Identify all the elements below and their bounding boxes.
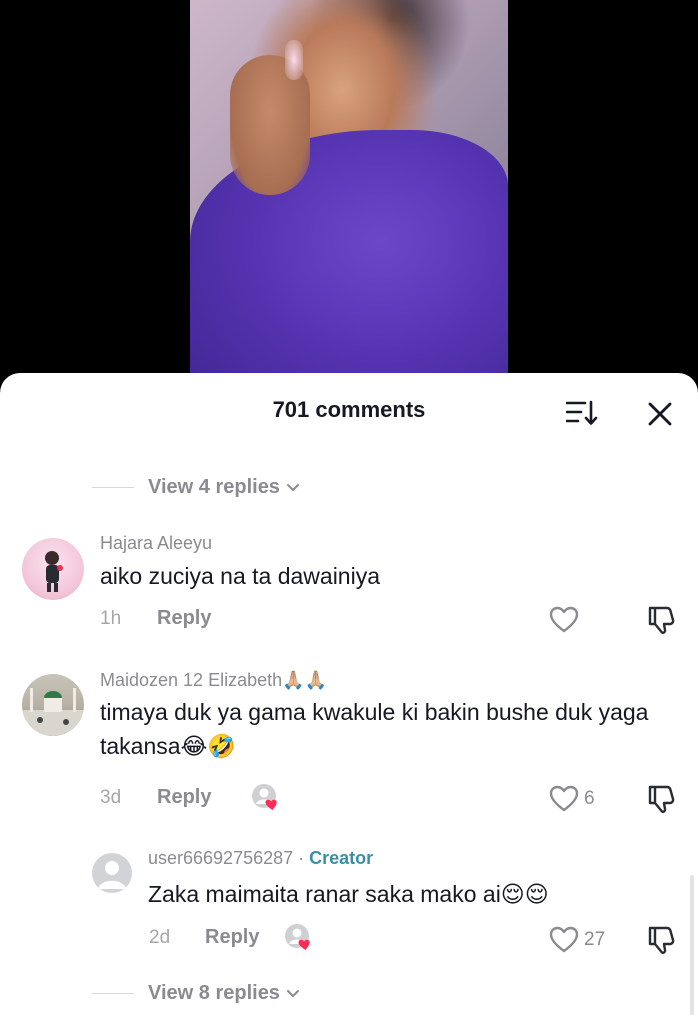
- chevron-down-icon: [286, 483, 299, 491]
- default-avatar-icon: [98, 861, 126, 889]
- reply-text: Zaka maimaita ranar saka mako ai😌😌: [148, 881, 549, 907]
- comment-time: 3d: [100, 787, 122, 808]
- avatar-mosque-icon: [22, 688, 84, 736]
- dislike-icon[interactable]: [646, 925, 676, 955]
- reply-button[interactable]: Reply: [205, 926, 259, 949]
- like-count: 6: [584, 788, 595, 809]
- video-player[interactable]: [0, 0, 698, 400]
- avatar[interactable]: [22, 674, 84, 736]
- like-count: 27: [584, 929, 606, 950]
- divider-line: [92, 993, 134, 994]
- view-replies-bottom[interactable]: View 8 replies: [92, 982, 300, 1005]
- divider-line: [92, 487, 134, 488]
- creator-liked-icon: [252, 784, 277, 810]
- comments-header: 701 comments: [0, 373, 698, 451]
- comments-sheet: 701 comments View 4 replies Hajara Aleey…: [0, 373, 698, 1024]
- reply-username-row: user66692756287 · Creator: [148, 848, 373, 869]
- comment-username[interactable]: Maidozen 12 Elizabeth🙏🏼🙏🏼: [100, 670, 327, 691]
- comment-time: 1h: [100, 608, 122, 629]
- view-replies-top[interactable]: View 4 replies: [92, 476, 300, 499]
- creator-liked-icon: [285, 924, 310, 950]
- reply-item: user66692756287 · Creator Zaka maimaita …: [0, 845, 698, 955]
- reply-button[interactable]: Reply: [157, 607, 211, 630]
- close-icon[interactable]: [647, 401, 673, 427]
- reply-button[interactable]: Reply: [157, 786, 211, 809]
- comment-text: timaya duk ya gama kwakule ki bakin bush…: [100, 699, 649, 759]
- comment-item: Hajara Aleeyu aiko zuciya na ta dawainiy…: [0, 528, 698, 638]
- video-light-streak: [285, 40, 303, 80]
- reply-time: 2d: [149, 927, 171, 948]
- heart-icon[interactable]: [549, 926, 579, 954]
- dislike-icon[interactable]: [646, 784, 676, 814]
- view-replies-label: View 4 replies: [148, 476, 280, 498]
- reply-username[interactable]: user66692756287: [148, 848, 293, 868]
- chevron-down-icon: [286, 989, 299, 997]
- sort-icon[interactable]: [566, 400, 598, 426]
- comment-item: Maidozen 12 Elizabeth🙏🏼🙏🏼 timaya duk ya …: [0, 665, 698, 815]
- scrollbar[interactable]: [690, 875, 694, 1015]
- avatar[interactable]: [22, 538, 84, 600]
- creator-badge: Creator: [309, 848, 374, 868]
- comment-username[interactable]: Hajara Aleeyu: [100, 533, 212, 554]
- dislike-icon[interactable]: [646, 605, 676, 635]
- heart-icon[interactable]: [549, 606, 579, 634]
- comment-text: aiko zuciya na ta dawainiya: [100, 563, 380, 589]
- view-replies-label: View 8 replies: [148, 982, 280, 1004]
- heart-icon[interactable]: [549, 785, 579, 813]
- username-separator: ·: [293, 848, 310, 868]
- avatar[interactable]: [92, 853, 132, 893]
- avatar-figure-icon: [45, 551, 63, 592]
- video-frame[interactable]: [190, 0, 508, 400]
